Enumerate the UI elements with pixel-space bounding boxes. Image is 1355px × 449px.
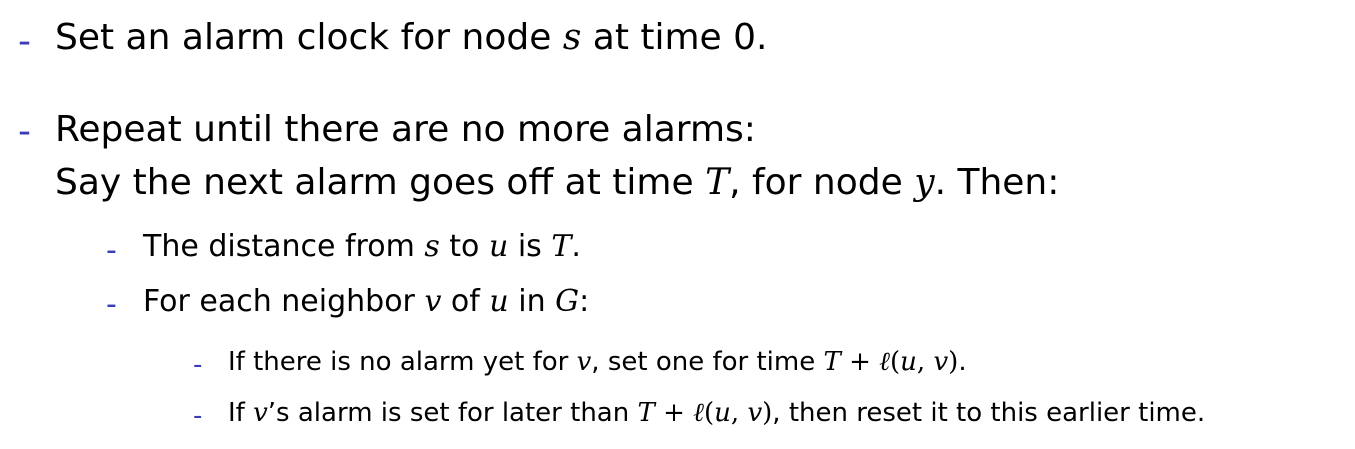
math-symbol: v — [933, 347, 949, 377]
math-symbol: T — [637, 398, 655, 428]
list-item-no-alarm: If there is no alarm yet for v, set one … — [228, 349, 967, 375]
text-run: , for node — [729, 162, 915, 203]
math-symbol: u — [900, 347, 917, 377]
math-symbol: ℓ — [879, 347, 891, 377]
text-run: to — [439, 229, 489, 264]
text-run: in — [508, 284, 556, 319]
math-symbol: ℓ — [693, 398, 704, 428]
bullet-marker: - — [106, 287, 117, 322]
list-item-repeat: Repeat until there are no more alarms: — [55, 112, 756, 148]
text-run: Set an alarm clock for node — [55, 17, 563, 58]
text-run: : — [579, 284, 590, 319]
bullet-marker: - — [106, 233, 117, 268]
math-symbol: v — [576, 347, 592, 377]
math-symbol: T — [551, 229, 572, 264]
text-run: , set one for time — [591, 347, 824, 377]
text-run: Repeat until there are no more alarms: — [55, 109, 756, 150]
list-item-distance: The distance from s to u is T. — [143, 232, 581, 262]
list-item-continuation: Say the next alarm goes off at time T, f… — [55, 165, 1059, 201]
math-operator: ) — [948, 347, 959, 377]
math-operator: ( — [704, 398, 715, 428]
bullet-marker: - — [193, 401, 203, 431]
math-operator: + — [654, 398, 694, 428]
math-symbol: u — [488, 229, 509, 264]
math-symbol: v — [747, 398, 763, 428]
math-operator: , — [730, 398, 748, 428]
math-operator: ) — [762, 398, 773, 428]
math-symbol: u — [489, 284, 509, 319]
math-operator: + — [840, 347, 880, 377]
math-symbol: y — [914, 162, 935, 203]
text-run: of — [441, 284, 490, 319]
list-item-neighbor: For each neighbor v of u in G: — [143, 287, 589, 317]
list-item-reset: If v’s alarm is set for later than T + ℓ… — [228, 400, 1205, 426]
text-run: ’s alarm is set for later than — [267, 398, 638, 428]
text-run: If — [228, 398, 254, 428]
math-symbol: v — [424, 284, 442, 319]
math-symbol: T — [823, 347, 841, 377]
text-run: If there is no alarm yet for — [228, 347, 577, 377]
text-run: . — [571, 229, 581, 264]
text-run: The distance from — [143, 229, 425, 264]
text-run: is — [508, 229, 552, 264]
text-run: Say the next alarm goes off at time — [55, 162, 706, 203]
list-item-set-alarm: Set an alarm clock for node s at time 0. — [55, 20, 768, 56]
text-run: at time 0. — [581, 17, 768, 58]
text-run: . — [958, 347, 967, 377]
math-symbol: T — [705, 162, 730, 203]
math-symbol: s — [424, 229, 440, 264]
bullet-marker: - — [193, 350, 203, 380]
bullet-marker: - — [18, 21, 31, 62]
text-run: , then reset it to this earlier time. — [772, 398, 1206, 428]
math-operator: ( — [890, 347, 901, 377]
text-run: For each neighbor — [143, 284, 425, 319]
math-symbol: u — [714, 398, 731, 428]
math-symbol: s — [562, 17, 582, 58]
math-symbol: G — [555, 284, 580, 319]
bullet-marker: - — [18, 111, 31, 152]
math-operator: , — [916, 347, 934, 377]
text-run: . Then: — [934, 162, 1060, 203]
math-symbol: v — [253, 398, 268, 428]
